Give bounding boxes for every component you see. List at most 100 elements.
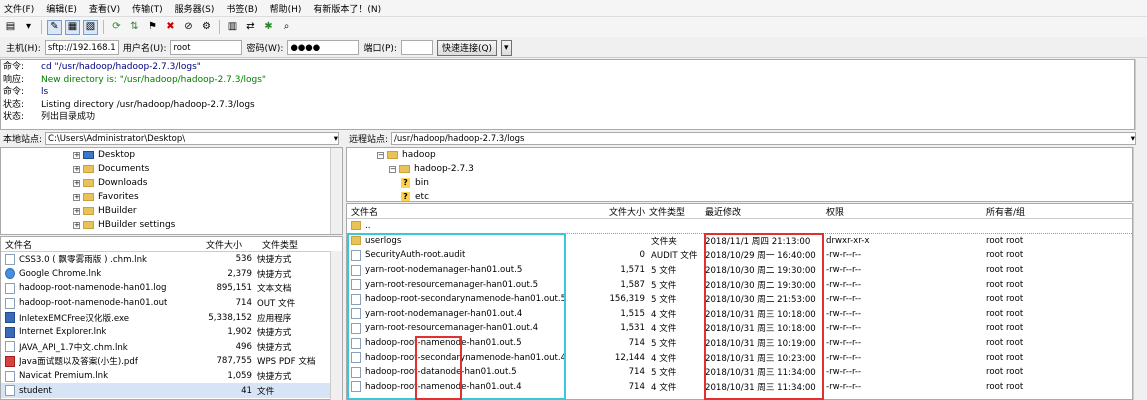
password-input[interactable] xyxy=(287,40,360,55)
chevron-down-icon[interactable]: ▾ xyxy=(334,134,338,144)
col-filesize[interactable]: 文件大小 xyxy=(206,238,262,251)
local-file-row[interactable]: student 41 文件 xyxy=(1,383,342,398)
quickconnect-history-dropdown[interactable]: ▾ xyxy=(501,39,512,56)
toggle-local-tree-icon[interactable]: ▦ xyxy=(65,19,80,35)
log-scrollbar[interactable] xyxy=(1135,59,1147,130)
file-modified: 2018/10/30 周二 19:30:00 xyxy=(705,280,816,291)
expand-icon[interactable]: + xyxy=(73,151,80,159)
disconnect-icon[interactable]: ⊘ xyxy=(181,20,196,35)
local-file-row[interactable]: hadoop-root-namenode-han01.log 895,151 文本文… xyxy=(1,281,342,296)
col-permissions[interactable]: 权限 xyxy=(826,205,986,218)
site-manager-icon[interactable]: ▤ xyxy=(3,20,18,35)
col-filesize[interactable]: 文件大小 xyxy=(603,205,649,218)
remote-tree-scrollbar[interactable] xyxy=(1133,147,1147,202)
toggle-log-icon[interactable]: ✎ xyxy=(47,19,62,35)
menu-item[interactable]: 文件(F) xyxy=(4,2,34,15)
local-file-row[interactable]: Google Chrome.lnk 2,379 快捷方式 xyxy=(1,267,342,282)
local-path-bar: 本地站点: C:\Users\Administrator\Desktop\ ▾ xyxy=(0,131,343,146)
dropdown-arrow-icon[interactable]: ▾ xyxy=(21,20,36,35)
remote-file-row[interactable]: hadoop-root-namenode-han01.out.5 714 5 文件 2… xyxy=(347,336,1132,351)
collapse-icon[interactable]: − xyxy=(377,151,384,159)
local-files-scrollbar[interactable] xyxy=(330,251,342,400)
tree-item-label: bin xyxy=(415,178,429,188)
remote-file-row[interactable]: userlogs 文件夹 2018/11/1 周四 21:13:00 drwxr-xr… xyxy=(347,234,1132,249)
filter-icon[interactable]: ⚑ xyxy=(145,20,160,35)
local-path-input[interactable]: C:\Users\Administrator\Desktop\ ▾ xyxy=(45,132,340,145)
remote-path-input[interactable]: /usr/hadoop/hadoop-2.7.3/logs ▾ xyxy=(391,132,1137,145)
file-name: hadoop-root-namenode-han01.out.5 xyxy=(365,338,522,349)
remote-file-row[interactable]: SecurityAuth-root.audit 0 AUDIT 文件 2018/10/… xyxy=(347,248,1132,263)
tree-item[interactable]: ? etc xyxy=(347,190,1132,201)
remote-file-row[interactable]: hadoop-root-secondarynamenode-han01.out.… xyxy=(347,350,1132,365)
log-kind: 命令: xyxy=(3,62,25,72)
remote-file-row[interactable]: yarn-root-resourcemanager-han01.out.4 1,5… xyxy=(347,321,1132,336)
menu-item[interactable]: 传输(T) xyxy=(132,2,163,15)
menu-item[interactable]: 编辑(E) xyxy=(46,2,77,15)
reconnect-icon[interactable]: ⚙ xyxy=(199,20,214,35)
tree-item[interactable]: + Favorites xyxy=(73,190,342,204)
col-filetype[interactable]: 文件类型 xyxy=(262,238,332,251)
remote-file-row[interactable]: hadoop-root-datanode-han01.out.5 714 5 文件 2… xyxy=(347,365,1132,380)
col-modified[interactable]: 最近修改 xyxy=(705,205,826,218)
cancel-icon[interactable]: ✖ xyxy=(163,20,178,35)
file-name: student xyxy=(19,385,52,396)
remote-file-row[interactable]: .. xyxy=(347,219,1132,234)
quickconnect-button[interactable]: 快速连接(Q) xyxy=(436,39,498,56)
remote-file-row[interactable]: yarn-root-resourcemanager-han01.out.5 1,5… xyxy=(347,277,1132,292)
collapse-icon[interactable]: − xyxy=(389,165,396,173)
local-file-row[interactable]: Internet Explorer.lnk 1,902 快捷方式 xyxy=(1,325,342,340)
expand-icon[interactable]: + xyxy=(73,207,80,215)
local-file-row[interactable]: CSS3.0 ( 飘零雾雨版 ) .chm.lnk 536 快捷方式 xyxy=(1,252,342,267)
local-tree-scrollbar[interactable] xyxy=(330,148,342,234)
tree-item[interactable]: + HBuilder xyxy=(73,204,342,218)
log-message: Listing directory /usr/hadoop/hadoop-2.7… xyxy=(41,99,255,110)
local-file-row[interactable]: hadoop-root-namenode-han01.out 714 OUT 文件 xyxy=(1,296,342,311)
expand-icon[interactable]: + xyxy=(73,221,80,229)
host-input[interactable] xyxy=(44,40,119,55)
tree-item[interactable]: − hadoop xyxy=(347,148,1132,162)
local-file-row[interactable]: Java面试题以及答案(小生).pdf 787,755 WPS PDF 文档 xyxy=(1,354,342,369)
col-filetype[interactable]: 文件类型 xyxy=(649,205,705,218)
refresh-icon[interactable]: ⟳ xyxy=(109,20,124,35)
remote-file-row[interactable]: yarn-root-nodemanager-han01.out.5 1,571 5 … xyxy=(347,263,1132,278)
local-file-row[interactable]: InletexEMCFree汉化版.exe 5,338,152 应用程序 xyxy=(1,310,342,325)
tree-item[interactable]: + Documents xyxy=(73,162,342,176)
col-filename[interactable]: 文件名 xyxy=(1,238,206,251)
tree-item[interactable]: ? bin xyxy=(347,176,1132,190)
remote-file-row[interactable]: hadoop-root-namenode-han01.out.4 714 4 文件 2… xyxy=(347,380,1132,395)
file-icon xyxy=(351,337,361,349)
col-owner[interactable]: 所有者/组 xyxy=(986,205,1066,218)
username-input[interactable] xyxy=(170,40,243,55)
menu-item[interactable]: 查看(V) xyxy=(89,2,120,15)
remote-file-row[interactable]: hadoop-root-secondarynamenode-han01.out.… xyxy=(347,292,1132,307)
remote-files-scrollbar[interactable] xyxy=(1133,203,1147,400)
local-file-row[interactable]: Navicat Premium.lnk 1,059 快捷方式 xyxy=(1,369,342,384)
find-icon[interactable]: ⌕ xyxy=(279,20,294,35)
file-type: 5 文件 xyxy=(651,280,677,291)
search-files-icon[interactable]: ✱ xyxy=(261,20,276,35)
file-size: 1,059 xyxy=(227,371,252,382)
sync-browse-icon[interactable]: ⇄ xyxy=(243,20,258,35)
remote-file-list: 文件名 文件大小 文件类型 最近修改 权限 所有者/组 .. userlogs 文件… xyxy=(346,203,1133,400)
tree-item[interactable]: + Downloads xyxy=(73,176,342,190)
col-filename[interactable]: 文件名 xyxy=(347,205,603,218)
process-queue-icon[interactable]: ⇅ xyxy=(127,20,142,35)
expand-icon[interactable]: + xyxy=(73,179,80,187)
menu-item[interactable]: 有新版本了！(N) xyxy=(313,2,381,15)
port-input[interactable] xyxy=(400,40,433,55)
directory-compare-icon[interactable]: ▥ xyxy=(225,20,240,35)
log-message: cd "/usr/hadoop/hadoop-2.7.3/logs" xyxy=(41,62,201,72)
remote-file-row[interactable]: yarn-root-nodemanager-han01.out.4 1,515 4 … xyxy=(347,307,1132,322)
toggle-remote-tree-icon[interactable]: ▧ xyxy=(83,19,98,35)
chevron-down-icon[interactable]: ▾ xyxy=(1131,134,1135,144)
expand-icon[interactable]: + xyxy=(73,165,80,173)
menu-item[interactable]: 服务器(S) xyxy=(175,2,215,15)
menu-item[interactable]: 帮助(H) xyxy=(270,2,302,15)
tree-item[interactable]: − hadoop-2.7.3 xyxy=(347,162,1132,176)
tree-item[interactable]: + HBuilder settings xyxy=(73,218,342,232)
tree-item[interactable]: + Desktop xyxy=(73,148,342,162)
local-file-row[interactable]: JAVA_API_1.7中文.chm.lnk 496 快捷方式 xyxy=(1,340,342,355)
log-line: 状态: 列出目录成功 xyxy=(3,111,1132,124)
menu-item[interactable]: 书签(B) xyxy=(226,2,257,15)
expand-icon[interactable]: + xyxy=(73,193,80,201)
